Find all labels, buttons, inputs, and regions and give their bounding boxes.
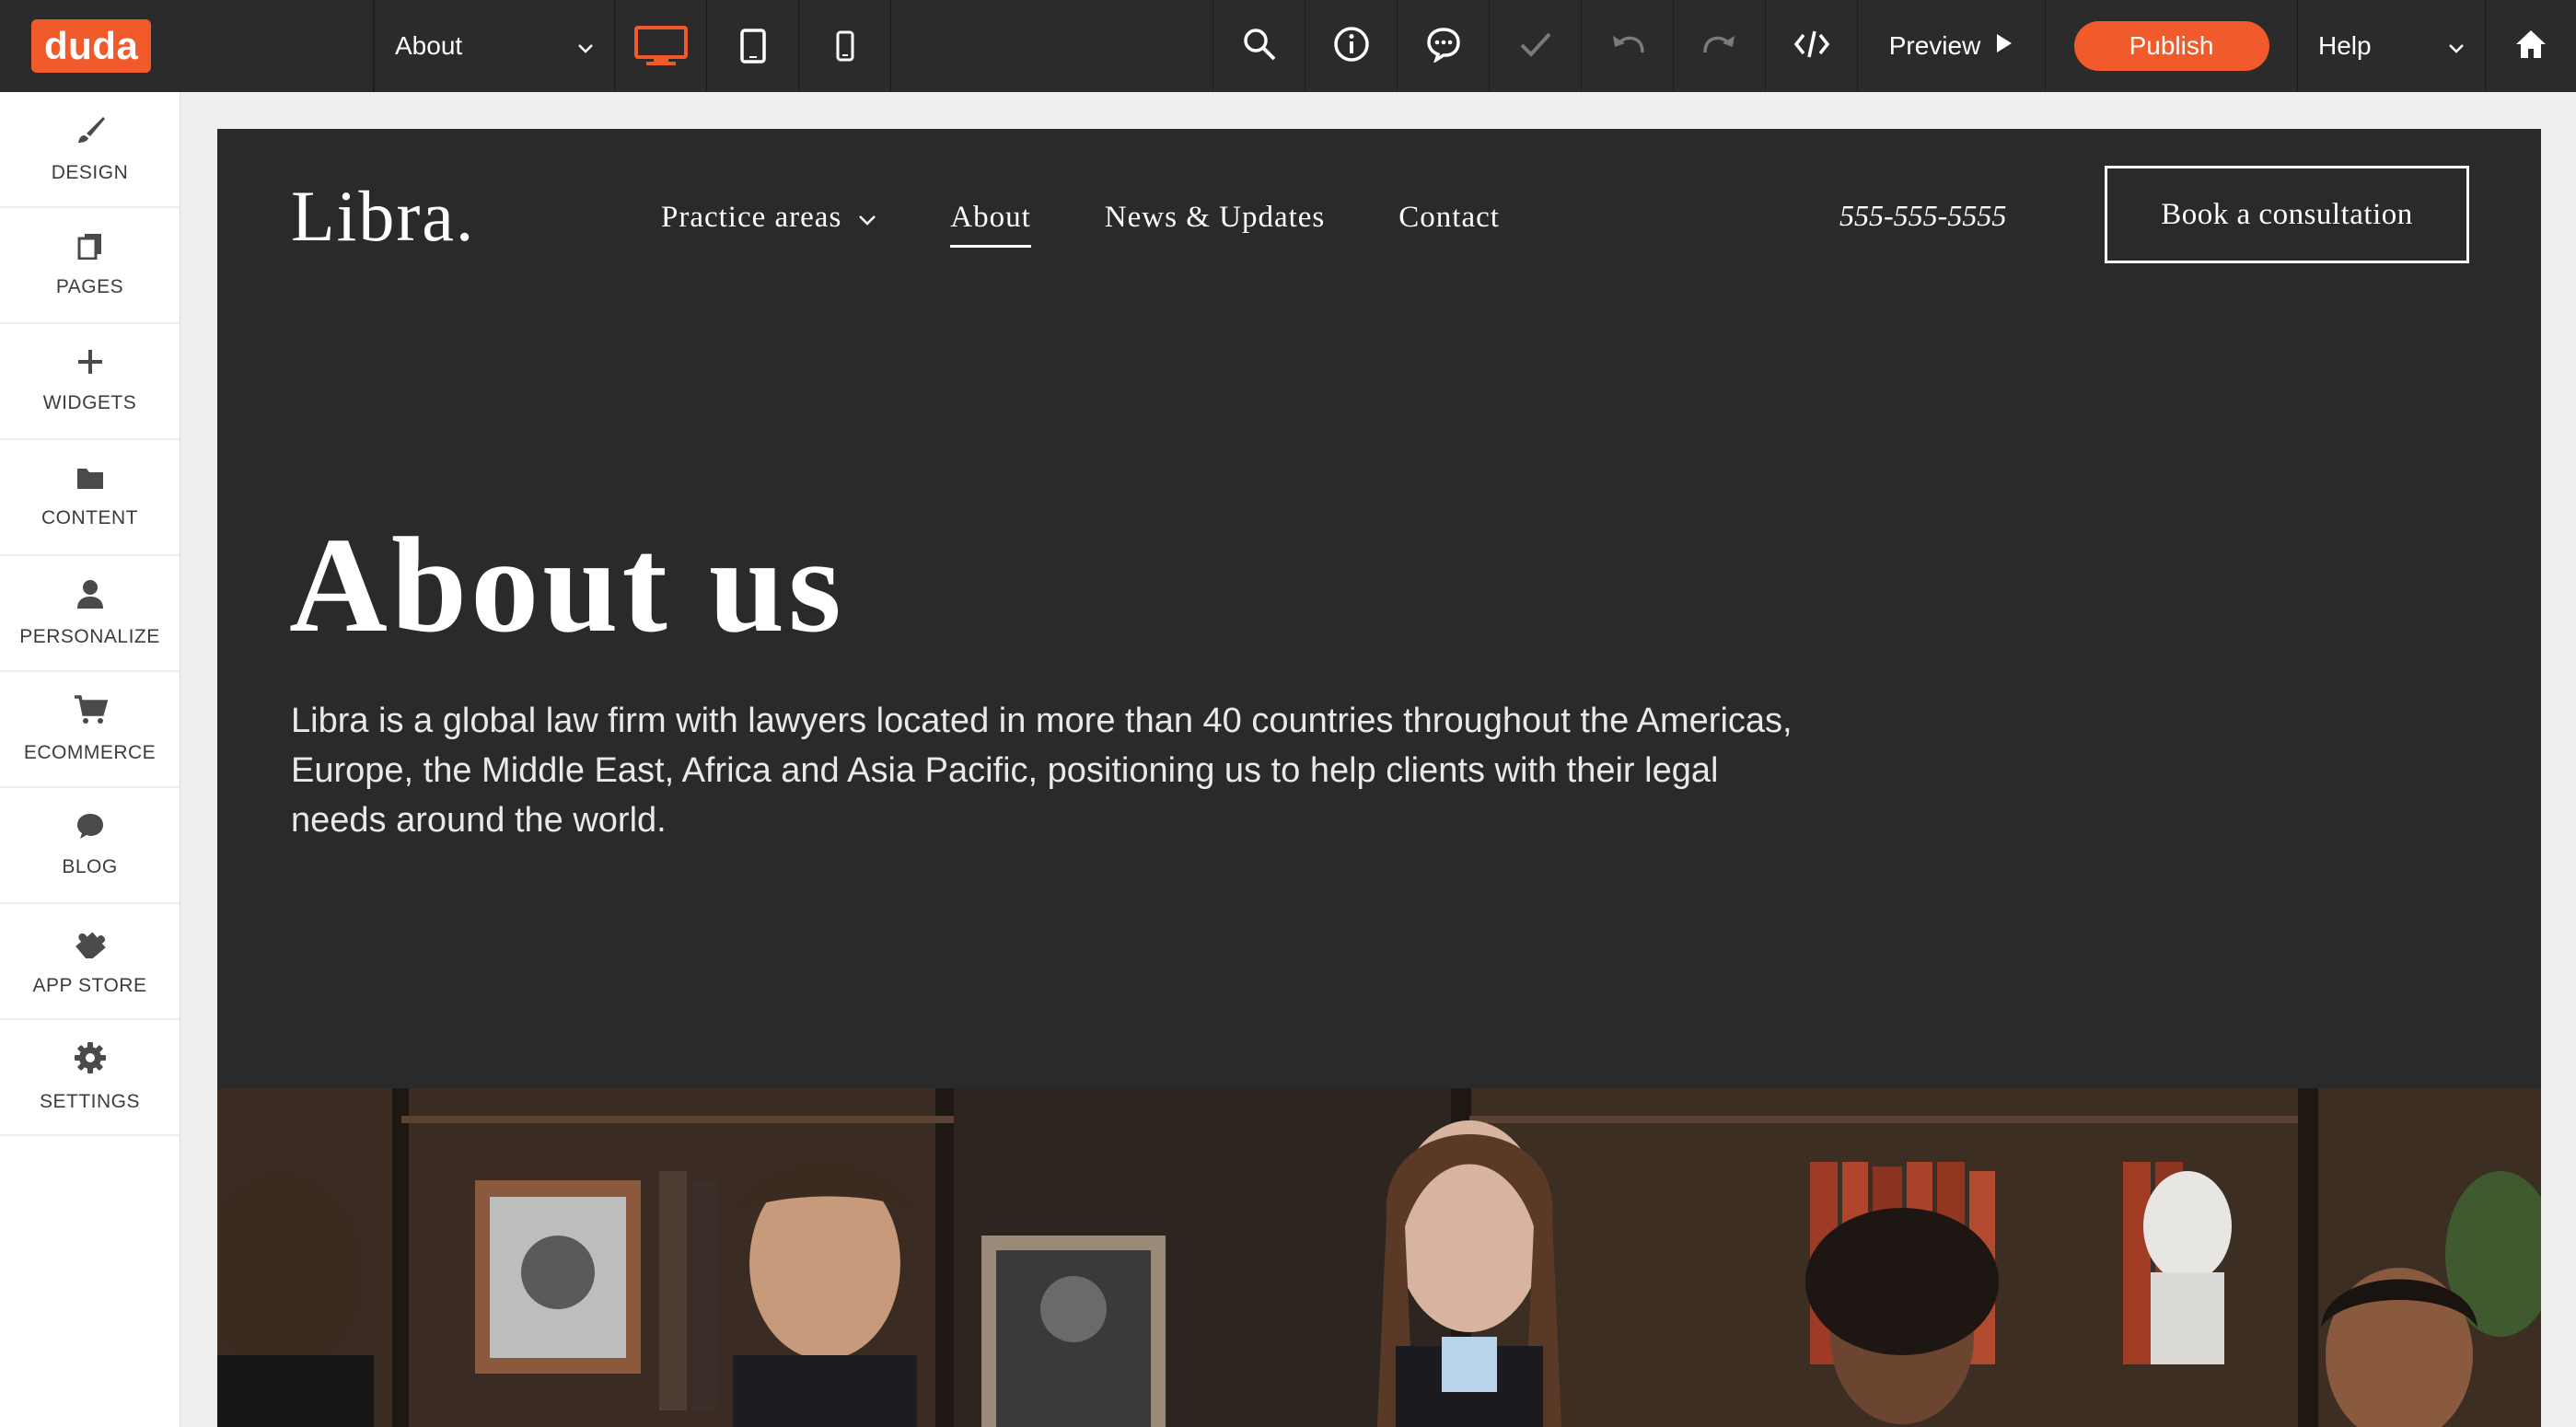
puzzle-icon <box>74 925 107 958</box>
chat-bubble-icon <box>75 812 105 840</box>
undo-icon <box>1610 30 1645 63</box>
sidebar-item-design[interactable]: DESIGN <box>0 92 180 208</box>
tablet-icon <box>739 28 767 64</box>
code-button[interactable] <box>1766 0 1858 92</box>
undo-button[interactable] <box>1582 0 1674 92</box>
sidebar-item-blog[interactable]: BLOG <box>0 788 180 904</box>
duda-logo[interactable]: duda <box>31 19 152 73</box>
sidebar-item-label: PERSONALIZE <box>19 626 160 647</box>
chevron-down-icon <box>2448 31 2465 61</box>
sidebar-item-label: APP STORE <box>32 975 147 996</box>
gear-icon <box>74 1041 107 1074</box>
sidebar-item-label: BLOG <box>62 856 118 877</box>
folder-icon <box>75 465 105 491</box>
page-selector-value: About <box>395 31 463 60</box>
preview-label: Preview <box>1888 31 1981 60</box>
pages-icon <box>77 232 103 260</box>
nav-item-label: Practice areas <box>661 201 842 234</box>
play-icon <box>1995 31 2013 61</box>
toolbar-spacer <box>891 0 1213 92</box>
logo-cell: duda <box>0 0 374 92</box>
person-icon <box>75 578 105 609</box>
check-icon <box>1519 30 1552 63</box>
publish-button[interactable]: Publish <box>2073 21 2269 71</box>
sidebar-item-ecommerce[interactable]: ECOMMERCE <box>0 672 180 788</box>
brush-icon <box>75 114 106 145</box>
site-canvas[interactable]: Libra. Practice areas About News & Updat… <box>217 129 2541 1427</box>
comments-button[interactable] <box>1398 0 1490 92</box>
chevron-down-icon <box>577 31 594 61</box>
nav-item-news-updates[interactable]: News & Updates <box>1105 201 1325 235</box>
nav-item-label: Contact <box>1398 201 1500 234</box>
sidebar-item-label: SETTINGS <box>39 1091 140 1112</box>
search-icon <box>1242 27 1277 66</box>
sidebar-item-label: ECOMMERCE <box>23 742 157 763</box>
page-title: About us <box>289 510 845 661</box>
info-button[interactable] <box>1305 0 1398 92</box>
editor-sidebar: DESIGN PAGES WIDGETS CONTENT PERSONALIZE… <box>0 92 180 1427</box>
help-label: Help <box>2318 31 2372 60</box>
nav-item-label: About <box>950 201 1031 234</box>
redo-button[interactable] <box>1674 0 1766 92</box>
editor-toolbar: duda About Preview Publish Help <box>0 0 2576 92</box>
approve-button[interactable] <box>1490 0 1582 92</box>
sidebar-item-settings[interactable]: SETTINGS <box>0 1020 180 1136</box>
sidebar-item-personalize[interactable]: PERSONALIZE <box>0 556 180 672</box>
nav-item-practice-areas[interactable]: Practice areas <box>661 201 876 235</box>
nav-item-contact[interactable]: Contact <box>1398 201 1500 235</box>
book-consultation-button[interactable]: Book a consultation <box>2105 166 2469 263</box>
phone-number[interactable]: 555-555-5555 <box>1839 199 2006 233</box>
sidebar-item-label: PAGES <box>55 276 124 297</box>
chevron-down-icon <box>858 201 876 235</box>
site-logo[interactable]: Libra. <box>291 175 475 258</box>
sidebar-item-label: CONTENT <box>41 507 138 528</box>
redo-icon <box>1702 30 1737 63</box>
sidebar-item-label: DESIGN <box>51 162 129 183</box>
desktop-view-button[interactable] <box>615 0 707 92</box>
plus-icon <box>76 348 104 376</box>
search-button[interactable] <box>1213 0 1305 92</box>
sidebar-item-widgets[interactable]: WIDGETS <box>0 324 180 440</box>
code-icon <box>1793 29 1830 64</box>
sidebar-item-app-store[interactable]: APP STORE <box>0 904 180 1020</box>
cart-icon <box>73 694 108 725</box>
home-button[interactable] <box>2486 0 2576 92</box>
nav-item-label: News & Updates <box>1104 201 1326 234</box>
tablet-view-button[interactable] <box>707 0 799 92</box>
preview-button[interactable]: Preview <box>1858 0 2046 92</box>
mobile-icon <box>835 29 855 63</box>
hero-description: Libra is a global law firm with lawyers … <box>291 702 1793 840</box>
sidebar-item-label: WIDGETS <box>42 392 137 413</box>
site-nav: Practice areas About News & Updates Cont… <box>661 201 1573 248</box>
desktop-icon <box>633 25 689 67</box>
team-photo <box>217 1088 2541 1427</box>
page-selector[interactable]: About <box>374 0 615 92</box>
publish-cell: Publish <box>2046 0 2298 92</box>
nav-item-about[interactable]: About <box>950 201 1031 248</box>
sidebar-item-pages[interactable]: PAGES <box>0 208 180 324</box>
help-menu[interactable]: Help <box>2298 0 2486 92</box>
sidebar-item-content[interactable]: CONTENT <box>0 440 180 556</box>
comment-icon <box>1425 26 1462 67</box>
home-icon <box>2514 29 2547 64</box>
info-icon <box>1333 26 1370 67</box>
mobile-view-button[interactable] <box>799 0 891 92</box>
